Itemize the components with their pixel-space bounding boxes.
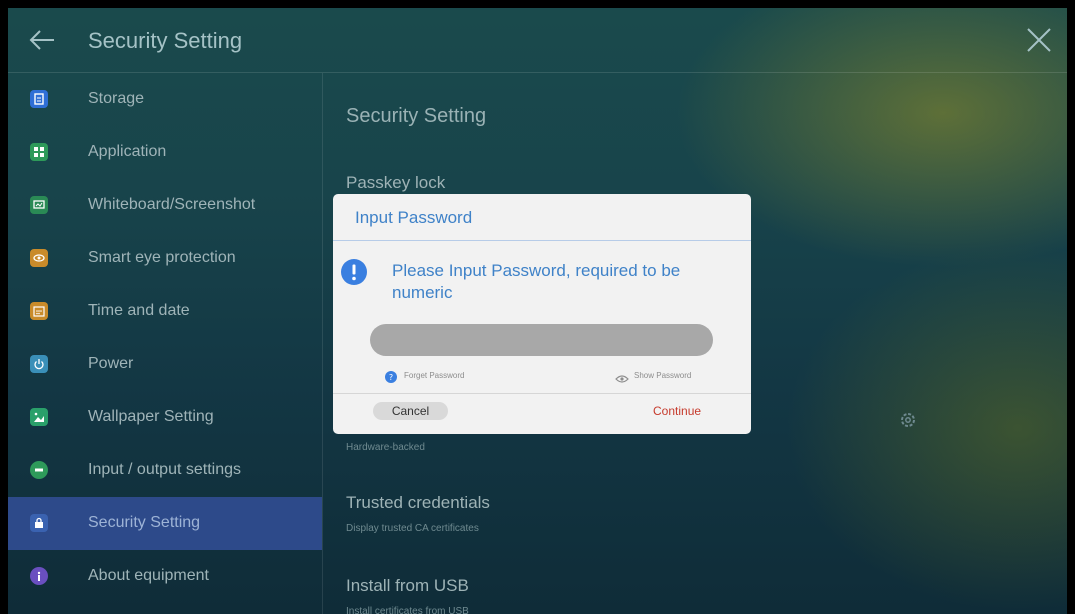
close-icon[interactable] [1027,28,1051,52]
sidebar-item-label: Smart eye protection [88,249,236,266]
application-icon [30,143,48,161]
warning-icon [341,259,367,285]
sidebar-item-security[interactable]: Security Setting [8,497,322,550]
sidebar-item-label: Time and date [88,302,190,319]
dialog-divider [333,240,751,241]
storage-type-subtitle: Hardware-backed [346,442,425,453]
password-input[interactable] [370,324,713,356]
sidebar-item-eye-protection[interactable]: Smart eye protection [8,232,322,285]
sidebar-item-wallpaper[interactable]: Wallpaper Setting [8,391,322,444]
svg-text:?: ? [389,373,393,382]
dialog-message: Please Input Password, required to be nu… [392,261,681,302]
sidebar-item-power[interactable]: Power [8,338,322,391]
sidebar-item-label: Application [88,143,167,160]
back-arrow-icon[interactable] [28,28,56,52]
sidebar-item-application[interactable]: Application [8,126,322,179]
input-output-icon [30,461,48,479]
dialog-footer-divider [333,393,751,394]
storage-icon [30,90,48,108]
sidebar-item-label: Input / output settings [88,461,241,478]
info-icon [30,567,48,585]
password-dialog: Input Password Please Input Password, re… [333,194,751,434]
sidebar-item-label: Storage [88,90,145,107]
continue-button[interactable]: Continue [653,404,701,418]
trusted-credentials-subtitle: Display trusted CA certificates [346,523,479,534]
sidebar-item-storage[interactable]: Storage [8,73,322,126]
settings-window: Security Setting Storage Application Whi… [8,8,1067,614]
gear-icon[interactable] [898,410,918,430]
top-bar: Security Setting [8,8,1067,73]
trusted-credentials-title[interactable]: Trusted credentials [346,493,490,513]
passkey-lock-title[interactable]: Passkey lock [346,173,445,193]
sidebar-item-input-output[interactable]: Input / output settings [8,444,322,497]
wallpaper-icon [30,408,48,426]
sidebar-item-label: About equipment [88,567,209,584]
sidebar-item-label: Whiteboard/Screenshot [88,196,256,213]
lock-icon [30,514,48,532]
sidebar: Storage Application Whiteboard/Screensho… [8,73,323,614]
forget-password-label: Forget Password [404,371,465,380]
install-usb-subtitle: Install certificates from USB [346,606,469,614]
power-icon [30,355,48,373]
sidebar-item-label: Wallpaper Setting [88,408,214,425]
install-usb-title[interactable]: Install from USB [346,576,469,596]
sidebar-item-label: Power [88,355,134,372]
eye-icon [615,371,629,383]
sidebar-item-whiteboard[interactable]: Whiteboard/Screenshot [8,179,322,232]
show-password-label: Show Password [634,371,692,380]
sidebar-item-time-date[interactable]: Time and date [8,285,322,338]
content-title: Security Setting [346,105,487,127]
dialog-title: Input Password [355,208,473,227]
cancel-button[interactable]: Cancel [373,402,448,420]
help-icon: ? [385,370,397,383]
calendar-icon [30,302,48,320]
eye-protection-icon [30,249,48,267]
whiteboard-icon [30,196,48,214]
sidebar-item-label: Security Setting [88,514,201,531]
page-title: Security Setting [88,28,243,53]
sidebar-item-about[interactable]: About equipment [8,550,322,603]
